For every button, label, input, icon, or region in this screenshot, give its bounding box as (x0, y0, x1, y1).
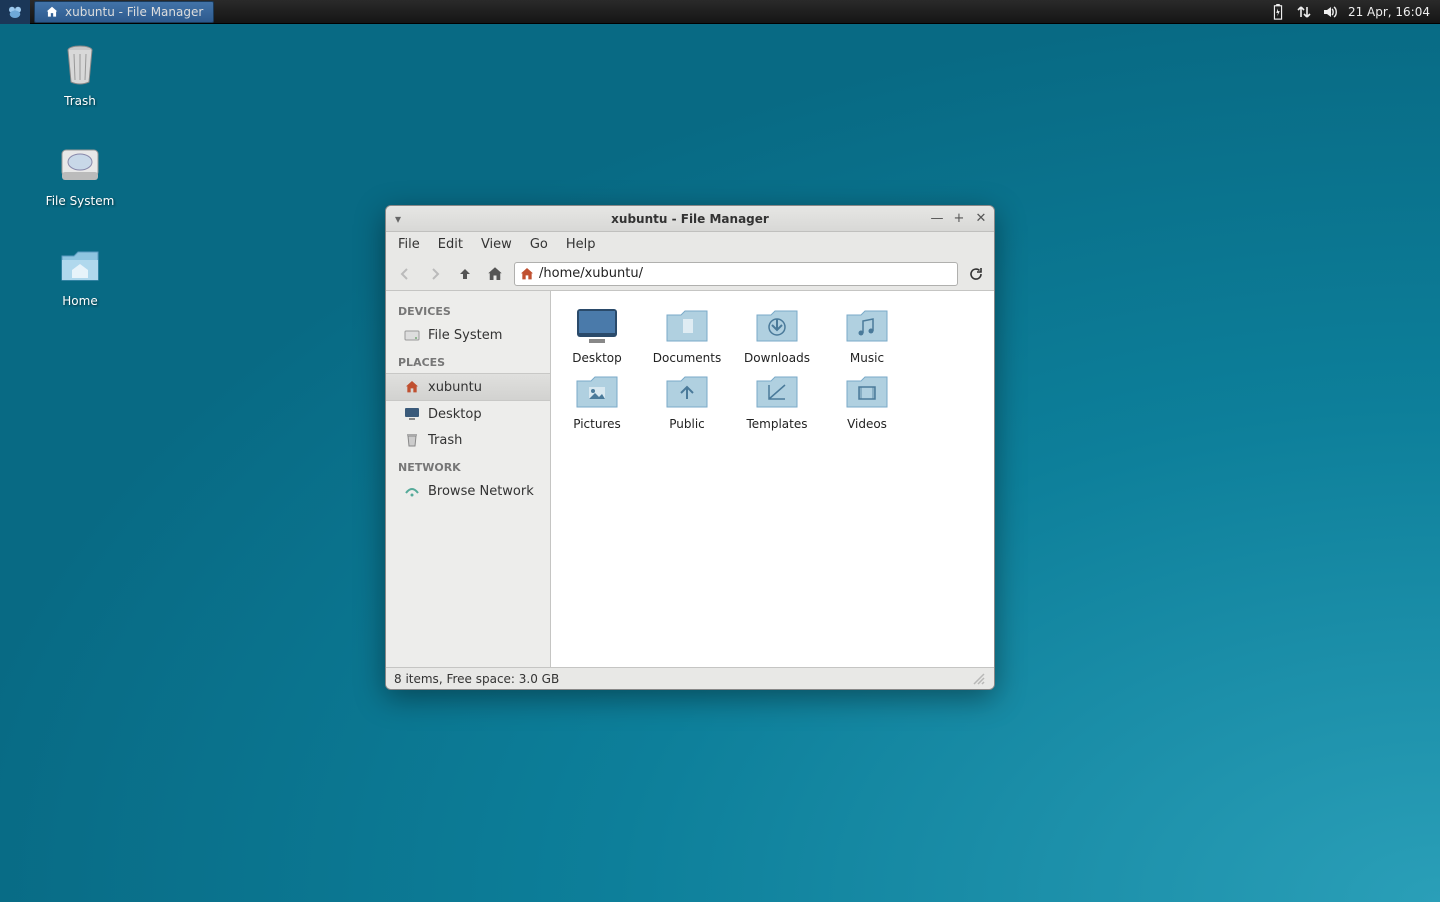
reload-icon (968, 266, 984, 282)
sidebar-section-devices: DEVICES (386, 297, 550, 322)
system-tray: 21 Apr, 16:04 (1270, 4, 1440, 20)
public-folder-icon (663, 371, 711, 411)
music-folder-icon (843, 305, 891, 345)
desktop-folder-icon (573, 305, 621, 345)
videos-folder-icon (843, 371, 891, 411)
desktop-icon-trash[interactable]: Trash (40, 40, 120, 108)
documents-folder-icon (663, 305, 711, 345)
folder-label: Pictures (573, 417, 621, 431)
battery-icon[interactable] (1270, 4, 1286, 20)
folder-label: Desktop (572, 351, 622, 365)
volume-icon[interactable] (1322, 4, 1338, 20)
path-input[interactable] (539, 266, 953, 281)
menu-view[interactable]: View (481, 237, 512, 252)
window-title: xubuntu - File Manager (386, 212, 994, 226)
nav-home-button[interactable] (484, 263, 506, 285)
trash-icon (56, 40, 104, 88)
reload-button[interactable] (966, 264, 986, 284)
drive-icon (404, 327, 420, 343)
window-close-button[interactable]: ✕ (974, 212, 988, 226)
home-icon (519, 266, 535, 282)
taskbar-app-label: xubuntu - File Manager (65, 5, 203, 19)
sidebar-item-label: Trash (428, 433, 462, 448)
desktop-icon (404, 406, 420, 422)
folder-view[interactable]: Desktop Documents Downloads Music Pictur… (551, 291, 994, 667)
templates-folder-icon (753, 371, 801, 411)
sidebar-item-xubuntu[interactable]: xubuntu (386, 373, 550, 401)
menu-go[interactable]: Go (530, 237, 548, 252)
folder-pictures[interactable]: Pictures (561, 371, 633, 431)
folder-downloads[interactable]: Downloads (741, 305, 813, 365)
home-icon (45, 5, 59, 19)
folder-public[interactable]: Public (651, 371, 723, 431)
menu-help[interactable]: Help (566, 237, 596, 252)
toolbar (386, 257, 994, 291)
menu-edit[interactable]: Edit (438, 237, 463, 252)
sidebar-item-label: File System (428, 328, 502, 343)
folder-templates[interactable]: Templates (741, 371, 813, 431)
xfce-mouse-icon (6, 3, 24, 21)
taskbar-app-filemanager[interactable]: xubuntu - File Manager (34, 1, 214, 23)
sidebar-item-browse-network[interactable]: Browse Network (386, 478, 550, 504)
downloads-folder-icon (753, 305, 801, 345)
network-icon[interactable] (1296, 4, 1312, 20)
nav-up-button[interactable] (454, 263, 476, 285)
top-panel: xubuntu - File Manager 21 Apr, 16:04 (0, 0, 1440, 24)
folder-label: Templates (746, 417, 807, 431)
window-maximize-button[interactable]: + (952, 212, 966, 226)
sidebar: DEVICES File System PLACES xubuntu Deskt… (386, 291, 551, 667)
window-titlebar[interactable]: ▾ xubuntu - File Manager — + ✕ (386, 206, 994, 232)
start-menu-button[interactable] (0, 0, 30, 24)
arrow-up-icon (457, 266, 473, 282)
desktop-icon-label: Trash (64, 94, 96, 108)
trash-icon (404, 432, 420, 448)
file-manager-window: ▾ xubuntu - File Manager — + ✕ File Edit… (385, 205, 995, 690)
path-bar[interactable] (514, 262, 958, 286)
desktop-icons: Trash File System Home (40, 40, 120, 340)
network-icon (404, 483, 420, 499)
statusbar-text: 8 items, Free space: 3.0 GB (394, 672, 559, 686)
folder-home-icon (56, 240, 104, 288)
clock[interactable]: 21 Apr, 16:04 (1348, 5, 1430, 19)
home-icon (486, 265, 504, 283)
menubar: File Edit View Go Help (386, 232, 994, 257)
sidebar-item-desktop[interactable]: Desktop (386, 401, 550, 427)
folder-videos[interactable]: Videos (831, 371, 903, 431)
sidebar-item-label: Browse Network (428, 484, 534, 499)
window-menu-button[interactable]: ▾ (386, 212, 410, 226)
sidebar-item-trash[interactable]: Trash (386, 427, 550, 453)
drive-icon (56, 140, 104, 188)
sidebar-item-label: xubuntu (428, 380, 482, 395)
folder-label: Public (669, 417, 705, 431)
arrow-left-icon (397, 266, 413, 282)
nav-forward-button[interactable] (424, 263, 446, 285)
desktop-icon-home[interactable]: Home (40, 240, 120, 308)
sidebar-section-places: PLACES (386, 348, 550, 373)
menu-file[interactable]: File (398, 237, 420, 252)
home-icon (404, 379, 420, 395)
resize-grip-icon[interactable] (972, 672, 986, 686)
sidebar-item-label: Desktop (428, 407, 482, 422)
folder-label: Music (850, 351, 884, 365)
folder-label: Videos (847, 417, 887, 431)
pictures-folder-icon (573, 371, 621, 411)
folder-documents[interactable]: Documents (651, 305, 723, 365)
sidebar-section-network: NETWORK (386, 453, 550, 478)
window-minimize-button[interactable]: — (930, 212, 944, 226)
desktop-icon-filesystem[interactable]: File System (40, 140, 120, 208)
nav-back-button[interactable] (394, 263, 416, 285)
statusbar: 8 items, Free space: 3.0 GB (386, 667, 994, 689)
folder-label: Documents (653, 351, 721, 365)
folder-desktop[interactable]: Desktop (561, 305, 633, 365)
desktop-icon-label: File System (46, 194, 115, 208)
folder-label: Downloads (744, 351, 810, 365)
folder-music[interactable]: Music (831, 305, 903, 365)
sidebar-item-filesystem[interactable]: File System (386, 322, 550, 348)
arrow-right-icon (427, 266, 443, 282)
desktop-icon-label: Home (62, 294, 97, 308)
